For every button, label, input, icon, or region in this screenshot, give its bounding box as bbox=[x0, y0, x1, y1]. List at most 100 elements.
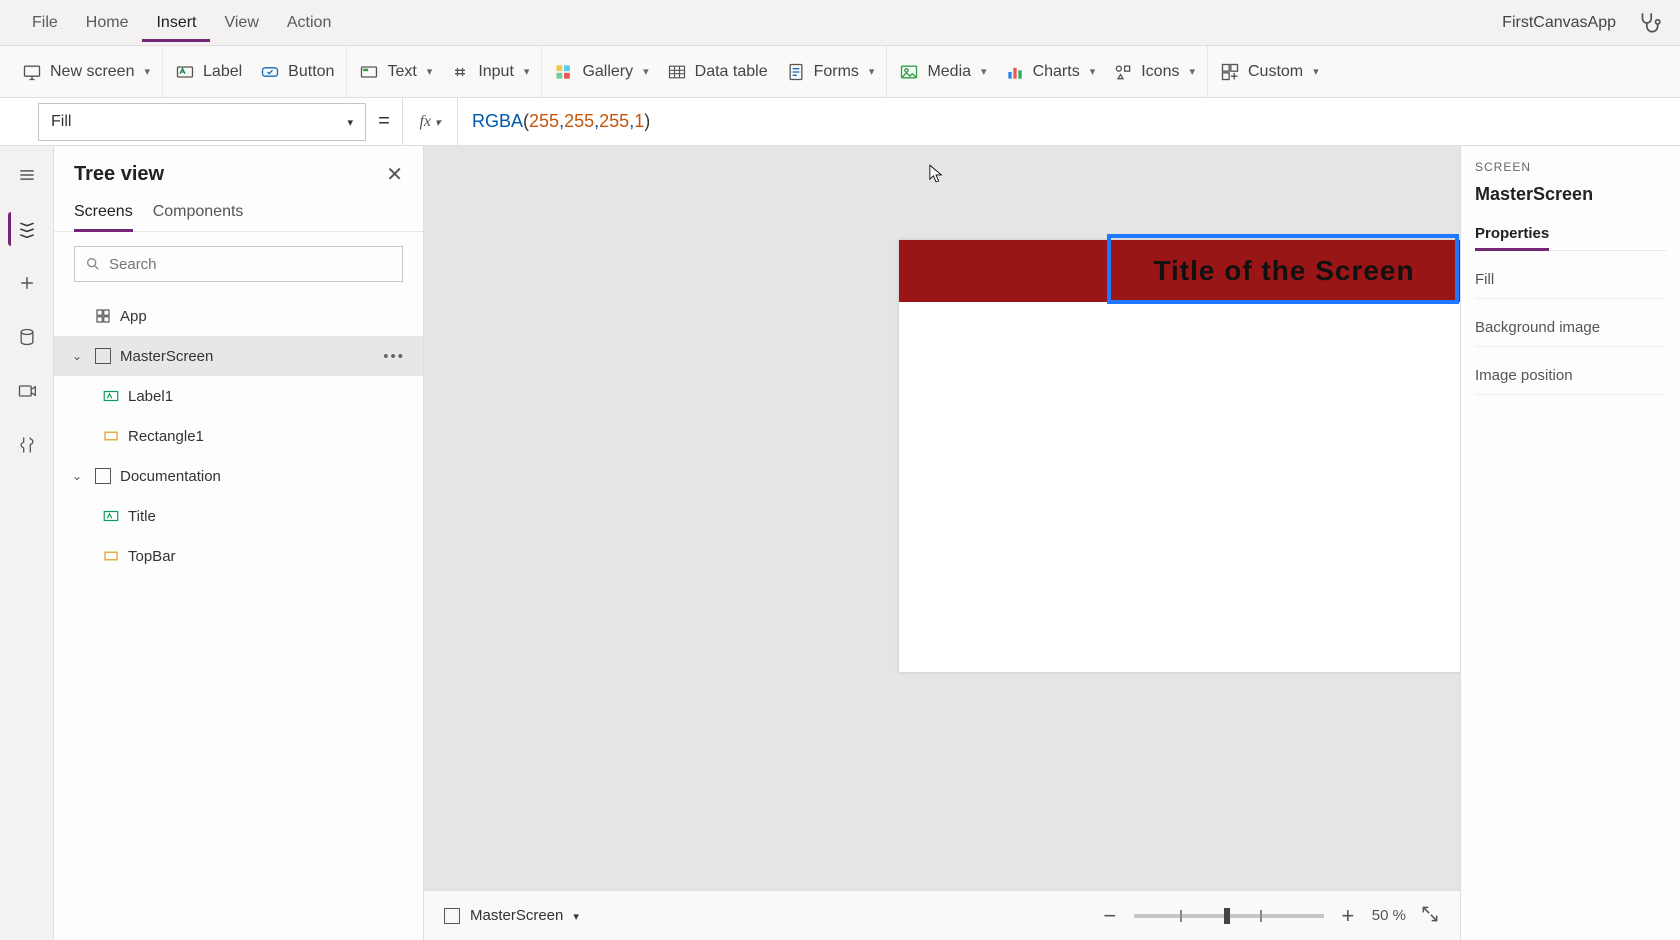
tree-node-rectangle1[interactable]: Rectangle1 bbox=[54, 416, 423, 456]
insert-charts-button[interactable]: Charts▾ bbox=[1005, 62, 1096, 82]
rail-data[interactable] bbox=[10, 320, 44, 354]
tree-search[interactable] bbox=[74, 246, 403, 282]
caret-icon[interactable]: ⌄ bbox=[72, 469, 86, 483]
zoom-slider-thumb[interactable] bbox=[1224, 908, 1230, 924]
formula-token-number: 255 bbox=[599, 111, 629, 132]
tree-node-masterscreen[interactable]: ⌄ MasterScreen ••• bbox=[54, 336, 423, 376]
insert-datatable-label: Data table bbox=[695, 63, 768, 81]
tree-node-documentation[interactable]: ⌄ Documentation bbox=[54, 456, 423, 496]
tree-node-title[interactable]: Title bbox=[54, 496, 423, 536]
custom-icon bbox=[1220, 62, 1240, 82]
fit-to-screen-button[interactable] bbox=[1420, 904, 1440, 928]
zoom-out-button[interactable]: − bbox=[1100, 903, 1120, 929]
input-icon bbox=[450, 62, 470, 82]
rectangle-icon bbox=[102, 427, 120, 445]
artboard-masterscreen[interactable]: Title of the Screen bbox=[899, 240, 1460, 672]
tree-view-title: Tree view bbox=[74, 163, 164, 186]
rail-media[interactable] bbox=[10, 374, 44, 408]
insert-custom-label: Custom bbox=[1248, 63, 1303, 81]
tree-node-label1[interactable]: Label1 bbox=[54, 376, 423, 416]
tree-node-topbar[interactable]: TopBar bbox=[54, 536, 423, 576]
formula-input[interactable]: RGBA ( 255 , 255 , 255 , 1 ) bbox=[458, 111, 1680, 132]
button-icon bbox=[260, 62, 280, 82]
rectangle-icon bbox=[102, 547, 120, 565]
label-icon bbox=[102, 507, 120, 525]
insert-media-label: Media bbox=[927, 63, 971, 81]
menu-view[interactable]: View bbox=[210, 4, 272, 42]
rail-treeview[interactable] bbox=[8, 212, 42, 246]
equals-sign: = bbox=[366, 110, 402, 133]
close-panel-button[interactable]: ✕ bbox=[386, 162, 403, 187]
tree-search-input[interactable] bbox=[109, 256, 392, 273]
property-selector-value: Fill bbox=[51, 113, 71, 131]
tree-node-label: TopBar bbox=[128, 548, 176, 565]
formula-token-paren: ) bbox=[644, 111, 650, 132]
fx-label: fx bbox=[419, 113, 431, 131]
insert-button-button[interactable]: Button bbox=[260, 62, 334, 82]
tree-node-label: Label1 bbox=[128, 388, 173, 405]
insert-gallery-label: Gallery bbox=[582, 63, 633, 81]
property-row-background[interactable]: Background image bbox=[1475, 309, 1666, 347]
rail-tools[interactable] bbox=[10, 428, 44, 462]
canvas-area: Title of the Screen MasterScreen − + 50 … bbox=[424, 146, 1460, 940]
rail-hamburger[interactable] bbox=[10, 158, 44, 192]
insert-charts-label: Charts bbox=[1033, 63, 1080, 81]
fx-button[interactable]: fx bbox=[402, 98, 458, 145]
menu-insert[interactable]: Insert bbox=[142, 4, 210, 42]
charts-icon bbox=[1005, 62, 1025, 82]
insert-label-button[interactable]: Label bbox=[175, 62, 242, 82]
caret-icon[interactable]: ⌄ bbox=[72, 349, 86, 363]
new-screen-label: New screen bbox=[50, 63, 134, 81]
tree-node-label: Rectangle1 bbox=[128, 428, 204, 445]
insert-text-button[interactable]: Text▾ bbox=[359, 62, 432, 82]
tab-screens[interactable]: Screens bbox=[74, 195, 133, 232]
insert-icons-button[interactable]: Icons▾ bbox=[1113, 62, 1195, 82]
insert-text-label: Text bbox=[387, 63, 416, 81]
tree-node-app[interactable]: App bbox=[54, 296, 423, 336]
screen-icon bbox=[94, 467, 112, 485]
tree-node-label: Documentation bbox=[120, 468, 221, 485]
tab-properties[interactable]: Properties bbox=[1475, 219, 1549, 251]
property-selector[interactable]: Fill bbox=[38, 103, 366, 141]
insert-forms-button[interactable]: Forms▾ bbox=[786, 62, 875, 82]
insert-ribbon: New screen ▾ Label Button Text▾ Input▾ G… bbox=[0, 46, 1680, 98]
insert-gallery-button[interactable]: Gallery▾ bbox=[554, 62, 648, 82]
tab-components[interactable]: Components bbox=[153, 195, 244, 231]
insert-datatable-button[interactable]: Data table bbox=[667, 62, 768, 82]
rail-insert[interactable] bbox=[10, 266, 44, 300]
app-checker-icon[interactable] bbox=[1636, 10, 1662, 36]
forms-icon bbox=[786, 62, 806, 82]
media-icon bbox=[899, 62, 919, 82]
more-options-button[interactable]: ••• bbox=[383, 348, 405, 365]
screen-icon bbox=[444, 908, 460, 924]
zoom-controls: − + 50 % bbox=[1100, 903, 1440, 929]
tree-node-label: MasterScreen bbox=[120, 348, 213, 365]
menu-file[interactable]: File bbox=[18, 4, 72, 42]
insert-input-label: Input bbox=[478, 63, 514, 81]
zoom-slider[interactable] bbox=[1134, 914, 1324, 918]
menu-action[interactable]: Action bbox=[273, 4, 345, 42]
footer-screen-selector[interactable]: MasterScreen bbox=[444, 907, 579, 924]
properties-object-kind: SCREEN bbox=[1475, 160, 1666, 174]
menu-bar: File Home Insert View Action FirstCanvas… bbox=[0, 0, 1680, 46]
insert-custom-button[interactable]: Custom▾ bbox=[1220, 62, 1319, 82]
insert-forms-label: Forms bbox=[814, 63, 859, 81]
tree-node-label: App bbox=[120, 308, 147, 325]
label-icon bbox=[175, 62, 195, 82]
control-title-label[interactable]: Title of the Screen bbox=[1109, 240, 1459, 302]
datatable-icon bbox=[667, 62, 687, 82]
formula-token-number: 255 bbox=[564, 111, 594, 132]
insert-input-button[interactable]: Input▾ bbox=[450, 62, 529, 82]
insert-media-button[interactable]: Media▾ bbox=[899, 62, 986, 82]
property-row-imageposition[interactable]: Image position bbox=[1475, 357, 1666, 395]
insert-label-text: Label bbox=[203, 63, 242, 81]
new-screen-button[interactable]: New screen ▾ bbox=[22, 62, 150, 82]
label-icon bbox=[102, 387, 120, 405]
chevron-down-icon bbox=[573, 907, 579, 924]
canvas-viewport[interactable]: Title of the Screen bbox=[424, 146, 1460, 890]
search-icon bbox=[85, 256, 101, 272]
property-row-fill[interactable]: Fill bbox=[1475, 261, 1666, 299]
zoom-in-button[interactable]: + bbox=[1338, 903, 1358, 929]
screen-icon bbox=[22, 62, 42, 82]
menu-home[interactable]: Home bbox=[72, 4, 143, 42]
